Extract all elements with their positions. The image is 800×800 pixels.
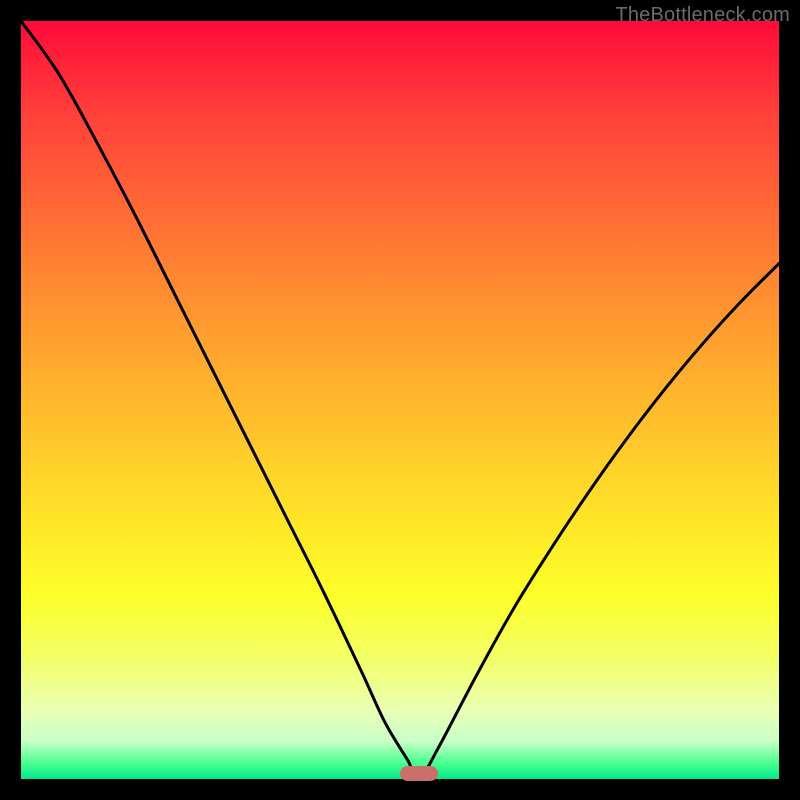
minimum-marker	[400, 766, 438, 781]
watermark-text: TheBottleneck.com	[615, 4, 790, 27]
chart-frame: TheBottleneck.com	[0, 0, 800, 800]
bottleneck-curve	[21, 21, 779, 779]
plot-area	[21, 21, 779, 779]
